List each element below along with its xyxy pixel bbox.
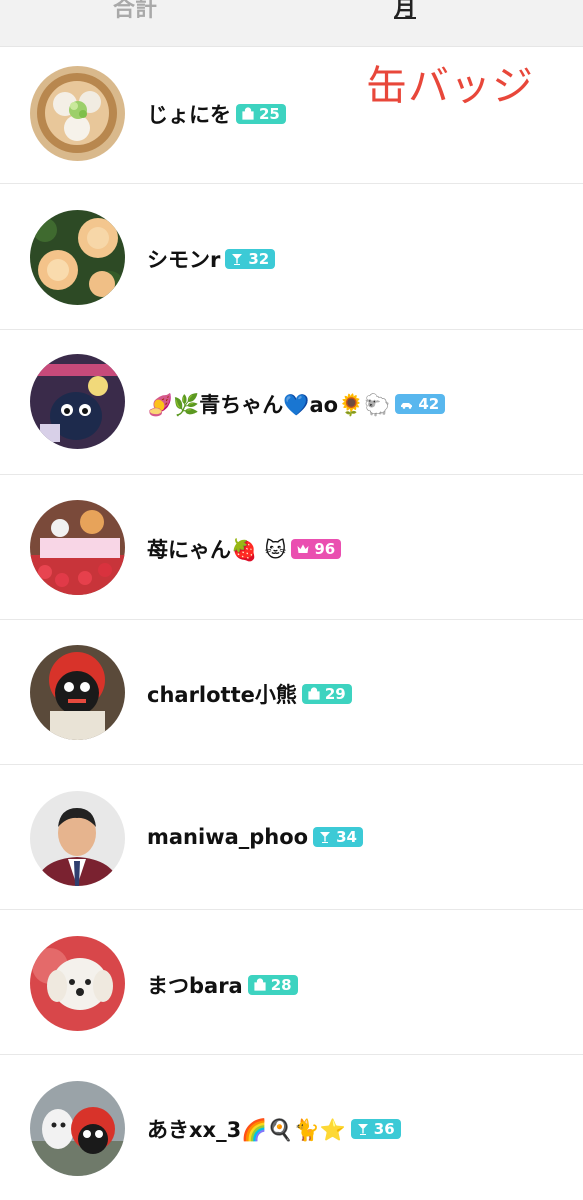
crown-icon bbox=[297, 544, 309, 553]
bag-icon bbox=[308, 687, 320, 700]
tab-month[interactable]: 月 bbox=[394, 0, 417, 30]
level-badge: 34 bbox=[313, 827, 363, 847]
cocktail-icon bbox=[357, 1124, 368, 1135]
person-avatar[interactable] bbox=[30, 791, 125, 886]
badge-count: 28 bbox=[270, 976, 292, 994]
user-name[interactable]: 🍠🌿青ちゃん💙ao🌻🐑 bbox=[147, 389, 390, 419]
user-name-line: charlotte小熊 29 bbox=[147, 679, 352, 709]
level-badge: 28 bbox=[247, 975, 298, 995]
user-name-line: 苺にゃん🍓 🐱 96 bbox=[147, 534, 342, 564]
badge-count: 25 bbox=[259, 105, 280, 123]
user-name[interactable]: シモンr bbox=[147, 244, 220, 274]
user-name-line: あきxx_3🌈🍳🐈⭐ 36 bbox=[147, 1114, 401, 1144]
badge-count: 32 bbox=[248, 250, 270, 268]
bag-icon bbox=[254, 978, 266, 991]
badge-count: 42 bbox=[418, 395, 440, 413]
ramen-avatar[interactable] bbox=[30, 66, 125, 161]
user-name-line: まつbara 28 bbox=[147, 970, 298, 1000]
cocktail-icon bbox=[232, 254, 243, 265]
user-name[interactable]: まつbara bbox=[147, 970, 243, 1000]
level-badge: 32 bbox=[225, 249, 276, 269]
user-name-line: じょにを 25 bbox=[147, 99, 286, 129]
cocktail-icon bbox=[320, 832, 331, 843]
list-item[interactable]: 🍠🌿青ちゃん💙ao🌻🐑 42 bbox=[0, 330, 583, 475]
user-name-line: シモンr 32 bbox=[147, 244, 276, 274]
list-item[interactable]: まつbara 28 bbox=[0, 910, 583, 1055]
level-badge: 25 bbox=[236, 104, 286, 124]
list-item[interactable]: charlotte小熊 29 bbox=[0, 620, 583, 765]
user-name[interactable]: charlotte小熊 bbox=[147, 679, 297, 709]
badge-count: 96 bbox=[314, 540, 336, 558]
dog-avatar[interactable] bbox=[30, 936, 125, 1031]
user-name[interactable]: じょにを bbox=[147, 99, 231, 129]
list-item[interactable]: maniwa_phoo 34 bbox=[0, 765, 583, 910]
user-name[interactable]: maniwa_phoo bbox=[147, 825, 308, 849]
car-icon bbox=[401, 403, 413, 409]
bag-icon bbox=[242, 107, 254, 120]
tab-total[interactable]: 合計 bbox=[113, 0, 157, 30]
roses-avatar[interactable] bbox=[30, 210, 125, 305]
mascot-night-avatar[interactable] bbox=[30, 354, 125, 449]
mascot-avatar[interactable] bbox=[30, 645, 125, 740]
list-item[interactable]: じょにを 25 bbox=[0, 39, 583, 184]
level-badge: 36 bbox=[350, 1119, 401, 1139]
cake-avatar[interactable] bbox=[30, 500, 125, 595]
user-name[interactable]: 苺にゃん🍓 🐱 bbox=[147, 534, 286, 564]
list-item[interactable]: シモンr 32 bbox=[0, 185, 583, 330]
user-name-line: 🍠🌿青ちゃん💙ao🌻🐑 42 bbox=[147, 389, 446, 419]
user-name[interactable]: あきxx_3🌈🍳🐈⭐ bbox=[147, 1114, 346, 1144]
list-item[interactable]: あきxx_3🌈🍳🐈⭐ 36 bbox=[0, 1055, 583, 1200]
level-badge: 42 bbox=[395, 394, 446, 414]
badge-count: 36 bbox=[373, 1120, 395, 1138]
level-badge: 96 bbox=[291, 539, 342, 559]
badge-count: 29 bbox=[324, 685, 346, 703]
list-item[interactable]: 苺にゃん🍓 🐱 96 bbox=[0, 475, 583, 620]
badge-count: 34 bbox=[336, 828, 357, 846]
mascot-dog-avatar[interactable] bbox=[30, 1081, 125, 1176]
user-name-line: maniwa_phoo 34 bbox=[147, 825, 363, 849]
level-badge: 29 bbox=[301, 684, 352, 704]
